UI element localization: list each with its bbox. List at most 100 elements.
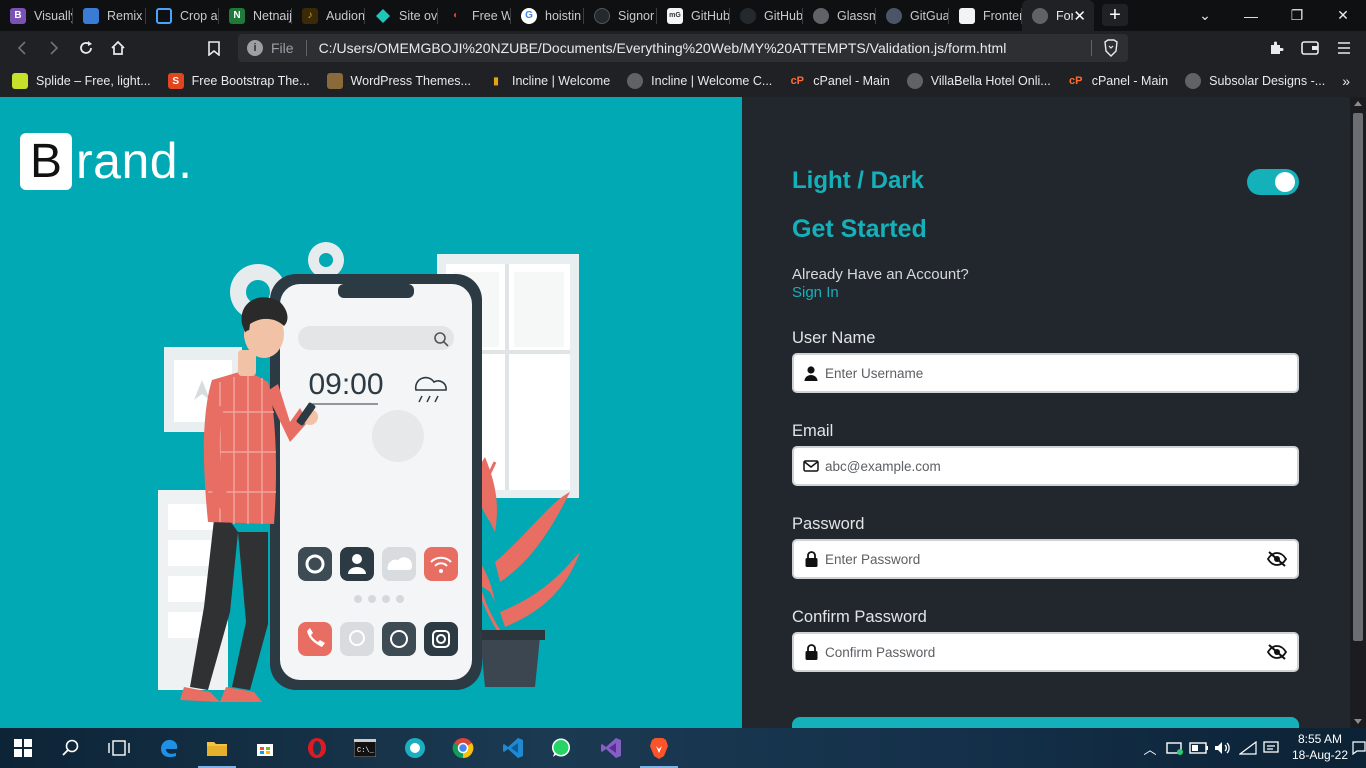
hero-section: B rand. 09:00 <box>0 97 742 728</box>
whatsapp-icon[interactable] <box>538 728 584 768</box>
bookmark-item[interactable]: WordPress Themes... <box>326 73 471 89</box>
reload-button[interactable] <box>74 36 98 60</box>
browser-tab[interactable]: Ghoistin <box>511 0 584 31</box>
divider <box>305 40 307 56</box>
browser-tab[interactable]: Remix <box>73 0 146 31</box>
eye-slash-icon[interactable] <box>1266 643 1288 661</box>
chrome-icon[interactable] <box>440 728 486 768</box>
browser-tab[interactable]: Crop a <box>146 0 219 31</box>
bookmark-item[interactable]: ▮ Incline | Welcome <box>488 73 610 89</box>
scroll-up-icon[interactable] <box>1354 101 1362 106</box>
email-field-wrapper <box>792 446 1299 486</box>
menu-icon[interactable] <box>1332 36 1356 60</box>
show-hidden-icons[interactable]: ︿ <box>1140 728 1160 768</box>
browser-tab[interactable]: Signor <box>584 0 657 31</box>
email-input[interactable] <box>825 458 1245 474</box>
app-icon[interactable] <box>392 728 438 768</box>
visual-studio-icon[interactable] <box>588 728 634 768</box>
bookmark-item[interactable]: Incline | Welcome C... <box>627 73 772 89</box>
netlify-icon <box>375 8 391 24</box>
globe-icon <box>1032 7 1048 24</box>
tab-label: Visually <box>34 8 73 23</box>
incline-icon: ▮ <box>493 75 499 87</box>
theme-toggle[interactable] <box>1247 169 1299 195</box>
scrollbar-thumb[interactable] <box>1353 113 1363 641</box>
scroll-down-icon[interactable] <box>1354 719 1362 724</box>
forward-button[interactable] <box>42 36 66 60</box>
volume-icon[interactable] <box>1212 728 1234 768</box>
browser-tab-active[interactable]: For ✕ <box>1022 0 1094 31</box>
bookmark-item[interactable]: Splide – Free, light... <box>12 73 151 89</box>
bookmark-item[interactable]: S Free Bootstrap The... <box>167 73 310 89</box>
tab-search-icon[interactable]: ⌄ <box>1182 0 1228 31</box>
browser-tab[interactable]: GitHub <box>730 0 803 31</box>
bookmark-label: VillaBella Hotel Onli... <box>930 74 1051 88</box>
wordpress-themes-icon <box>326 73 343 89</box>
address-bar[interactable]: i File C:/Users/OMEMGBOJI%20NZUBE/Docume… <box>238 34 1128 62</box>
browser-tab[interactable]: mG GitHub <box>657 0 730 31</box>
battery-icon[interactable] <box>1188 728 1210 768</box>
bookmark-label: WordPress Themes... <box>350 74 471 88</box>
new-tab-button[interactable]: + <box>1102 4 1128 26</box>
confirm-password-field-wrapper <box>792 632 1299 672</box>
notifications-icon[interactable] <box>1352 728 1366 768</box>
minimize-button[interactable]: — <box>1228 0 1274 31</box>
bookmark-item[interactable]: Subsolar Designs -... <box>1185 73 1325 89</box>
info-icon[interactable]: i <box>247 40 263 56</box>
home-button[interactable] <box>106 36 130 60</box>
theme-switch-row: Light / Dark <box>792 167 1299 197</box>
close-tab-icon[interactable]: ✕ <box>1073 7 1086 25</box>
wifi-icon[interactable] <box>1236 728 1260 768</box>
start-icon[interactable] <box>0 728 46 768</box>
browser-tab[interactable]: Site ov <box>365 0 438 31</box>
more-bookmarks-icon[interactable]: » <box>1342 73 1350 89</box>
bookmark-label: cPanel - Main <box>813 74 890 88</box>
browser-toolbar: i File C:/Users/OMEMGBOJI%20NZUBE/Docume… <box>0 31 1366 65</box>
url-text[interactable]: C:/Users/OMEMGBOJI%20NZUBE/Documents/Eve… <box>319 40 1007 56</box>
brave-shields-icon[interactable] <box>1103 39 1119 57</box>
file-explorer-icon[interactable] <box>194 728 240 768</box>
globe-icon <box>1185 73 1202 89</box>
extensions-icon[interactable] <box>1264 36 1288 60</box>
search-icon[interactable] <box>48 728 94 768</box>
page-scrollbar[interactable] <box>1350 97 1366 728</box>
browser-tab[interactable]: Glassm <box>803 0 876 31</box>
browser-tab[interactable]: B Visually <box>0 0 73 31</box>
browser-tab[interactable]: ◐ Free W <box>438 0 511 31</box>
browser-tab-strip: B Visually Remix Crop a N Netnaij ♪ Audion … <box>0 0 1366 31</box>
sign-in-link[interactable]: Sign In <box>792 284 839 301</box>
brave-icon[interactable] <box>636 728 682 768</box>
system-clock[interactable]: 8:55 AM 18-Aug-22 <box>1290 731 1350 763</box>
bookmark-item[interactable]: cP cPanel - Main <box>1068 73 1168 89</box>
confirm-password-input[interactable] <box>825 644 1245 660</box>
password-input[interactable] <box>825 551 1245 567</box>
bootstrap-themes-icon: S <box>167 73 184 89</box>
wallet-icon[interactable] <box>1298 36 1322 60</box>
ime-icon[interactable] <box>1260 728 1282 768</box>
maximize-button[interactable]: ❐ <box>1274 0 1320 31</box>
eye-slash-icon[interactable] <box>1266 550 1288 568</box>
opera-icon[interactable] <box>294 728 340 768</box>
back-button[interactable] <box>10 36 34 60</box>
bookmark-label: Incline | Welcome <box>511 74 611 88</box>
tab-label: Crop a <box>180 8 218 23</box>
tab-label: Free W <box>472 8 511 23</box>
cpanel-icon: cP <box>1068 75 1083 87</box>
network-status-icon[interactable] <box>1164 728 1186 768</box>
svg-text:C:\_: C:\_ <box>357 747 375 755</box>
username-input[interactable] <box>825 365 1245 381</box>
edge-icon[interactable] <box>146 728 192 768</box>
browser-tab[interactable]: Fronter <box>949 0 1022 31</box>
terminal-icon[interactable]: C:\_ <box>342 728 388 768</box>
browser-tab[interactable]: N Netnaij <box>219 0 292 31</box>
store-icon[interactable] <box>242 728 288 768</box>
bookmark-item[interactable]: cP cPanel - Main <box>789 73 890 89</box>
task-view-icon[interactable] <box>96 728 142 768</box>
browser-tab[interactable]: GitGua <box>876 0 949 31</box>
vscode-icon[interactable] <box>490 728 536 768</box>
bookmark-item[interactable]: VillaBella Hotel Onli... <box>906 73 1051 89</box>
close-window-button[interactable]: ✕ <box>1320 0 1366 31</box>
browser-tab[interactable]: ♪ Audion <box>292 0 365 31</box>
tab-label: GitGua <box>910 8 949 23</box>
bookmark-icon[interactable] <box>202 36 226 60</box>
